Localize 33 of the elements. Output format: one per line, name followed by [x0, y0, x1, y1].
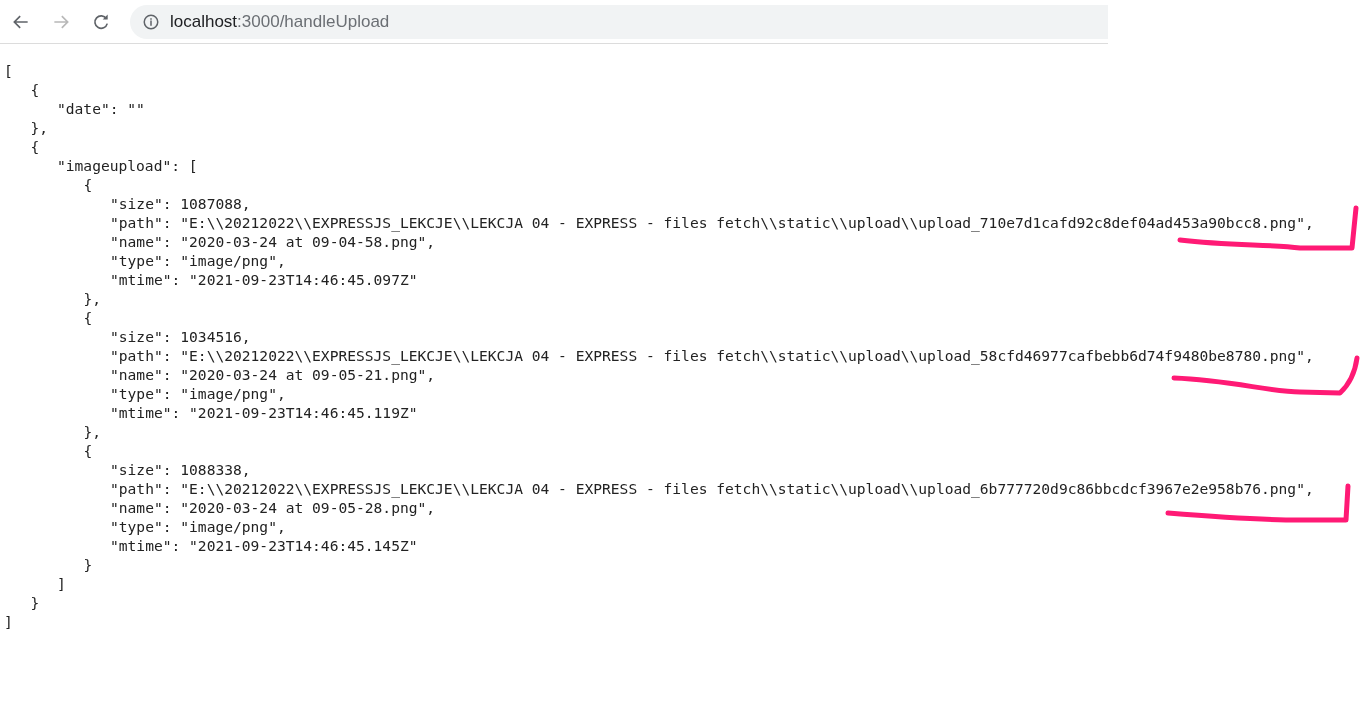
json-line: "date": "" — [57, 100, 145, 117]
json-line: }, — [83, 290, 102, 307]
json-line: [ — [4, 62, 13, 79]
json-line: "size": 1088338, — [110, 461, 251, 478]
json-line: "path": "E:\\20212022\\EXPRESSJS_LEKCJE\\LEKCJA 04 - EXPRESS - files fetch\\static\\upload\\upload_6b777720d9c86bbcdcf3967e2e958b76.png", — [110, 480, 1314, 497]
json-line: } — [30, 594, 40, 611]
json-line: "imageupload": [ — [57, 157, 198, 174]
json-line: "mtime": "2021-09-23T14:46:45.145Z" — [110, 537, 418, 554]
json-line: "name": "2020-03-24 at 09-05-21.png", — [110, 366, 436, 383]
json-line: "type": "image/png", — [110, 518, 286, 535]
json-line: { — [30, 138, 40, 155]
json-line: ] — [57, 575, 66, 592]
json-line: "size": 1034516, — [110, 328, 251, 345]
json-line: "size": 1087088, — [110, 195, 251, 212]
json-line: "path": "E:\\20212022\\EXPRESSJS_LEKCJE\\LEKCJA 04 - EXPRESS - files fetch\\static\\upload\\upload_58cfd46977cafbebb6d74f9480be8780.png", — [110, 347, 1314, 364]
info-icon — [142, 12, 160, 31]
json-line: ] — [4, 613, 13, 630]
json-line: "name": "2020-03-24 at 09-04-58.png", — [110, 233, 436, 250]
json-line: { — [30, 81, 40, 98]
json-line: { — [83, 176, 93, 193]
json-line: "mtime": "2021-09-23T14:46:45.119Z" — [110, 404, 418, 421]
address-bar[interactable]: localhost:3000/handleUpload — [130, 4, 1108, 39]
json-line: "type": "image/png", — [110, 385, 286, 402]
json-line: "type": "image/png", — [110, 252, 286, 269]
json-line: "mtime": "2021-09-23T14:46:45.097Z" — [110, 271, 418, 288]
json-line: }, — [30, 119, 49, 136]
json-line: "path": "E:\\20212022\\EXPRESSJS_LEKCJE\\LEKCJA 04 - EXPRESS - files fetch\\static\\upload\\upload_710e7d1cafd92c8def04ad453a90bcc8.png", — [110, 214, 1314, 231]
json-line: "name": "2020-03-24 at 09-05-28.png", — [110, 499, 436, 516]
url-text: localhost:3000/handleUpload — [170, 10, 390, 33]
json-line: { — [83, 442, 93, 459]
json-line: }, — [83, 423, 102, 440]
json-line: { — [83, 309, 93, 326]
json-line: } — [83, 556, 93, 573]
